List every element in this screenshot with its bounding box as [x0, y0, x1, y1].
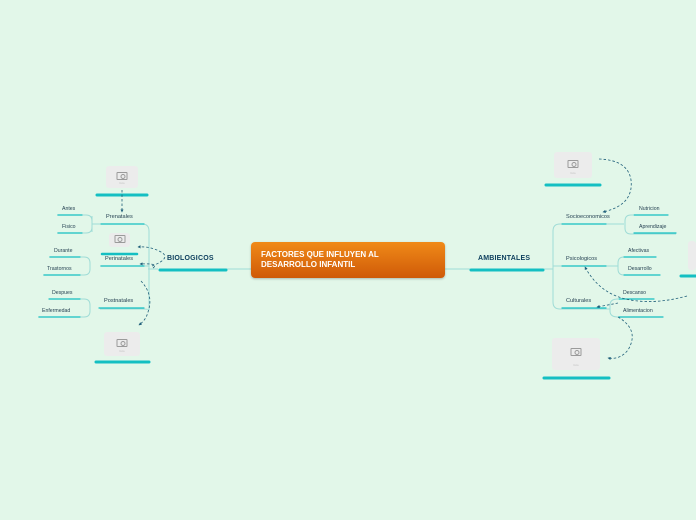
image-placeholder-psicologicos[interactable]	[688, 241, 696, 270]
leaf-durante[interactable]: Durante	[54, 248, 72, 254]
leaf-antes[interactable]: Antes	[62, 206, 75, 212]
leaf-fisico[interactable]: Fisico	[62, 224, 76, 230]
camera-icon	[116, 171, 128, 180]
image-placeholder-postnatales[interactable]: foto	[104, 332, 140, 356]
image-placeholder-prenatales[interactable]: foto	[106, 166, 138, 188]
image-caption: foto	[573, 363, 579, 367]
image-caption: foto	[570, 171, 576, 175]
subtopic-prenatales[interactable]: Prenatales	[106, 214, 133, 220]
leaf-nutricion[interactable]: Nutricion	[639, 206, 659, 212]
leaf-alimentacion[interactable]: Alimentacion	[623, 308, 653, 314]
leaf-descanso[interactable]: Descanso	[623, 290, 646, 296]
relation-biologicos-perinatales	[137, 245, 166, 267]
subtopic-perinatales[interactable]: Perinatales	[105, 256, 133, 262]
central-topic[interactable]: FACTORES QUE INFLUYEN AL DESARROLLO INFA…	[251, 242, 445, 278]
relation-perinatales-postnatales	[138, 280, 151, 326]
image-icon	[114, 235, 125, 244]
image-placeholder-culturales[interactable]: foto	[552, 338, 600, 370]
leaf-afectivas[interactable]: Afectivas	[628, 248, 649, 254]
subtopic-socioeconomicos[interactable]: Socioeconomicos	[566, 214, 610, 220]
leaf-aprendizaje[interactable]: Aprendizaje	[639, 224, 666, 230]
camera-icon	[116, 338, 128, 347]
relation-culturales-image	[607, 316, 633, 361]
leaf-desarrollo[interactable]: Desarrollo	[628, 266, 652, 272]
image-caption: foto	[119, 181, 125, 185]
relation-socioeconomicos-image	[598, 158, 632, 213]
relation-culturales-descanso	[596, 302, 619, 309]
leaf-trastornos[interactable]: Trastornos	[47, 266, 72, 272]
camera-icon	[570, 348, 582, 357]
relation-psicologicos-image	[584, 266, 688, 302]
leaf-enfermedad[interactable]: Enfermedad	[42, 308, 70, 314]
main-topic-ambientales[interactable]: AMBIENTALES	[478, 255, 530, 262]
main-topic-biologicos[interactable]: BIOLOGICOS	[167, 255, 214, 262]
image-placeholder-socioeconomicos[interactable]: foto	[554, 152, 592, 178]
subtopic-culturales[interactable]: Culturales	[566, 298, 591, 304]
subtopic-postnatales[interactable]: Postnatales	[104, 298, 133, 304]
image-placeholder-perinatales[interactable]	[109, 233, 130, 247]
image-caption: foto	[119, 349, 125, 353]
camera-icon	[567, 159, 579, 168]
subtopic-psicologicos[interactable]: Psicologicos	[566, 256, 597, 262]
leaf-despues[interactable]: Despues	[52, 290, 72, 296]
connector-prenatales-leaves	[91, 216, 100, 232]
